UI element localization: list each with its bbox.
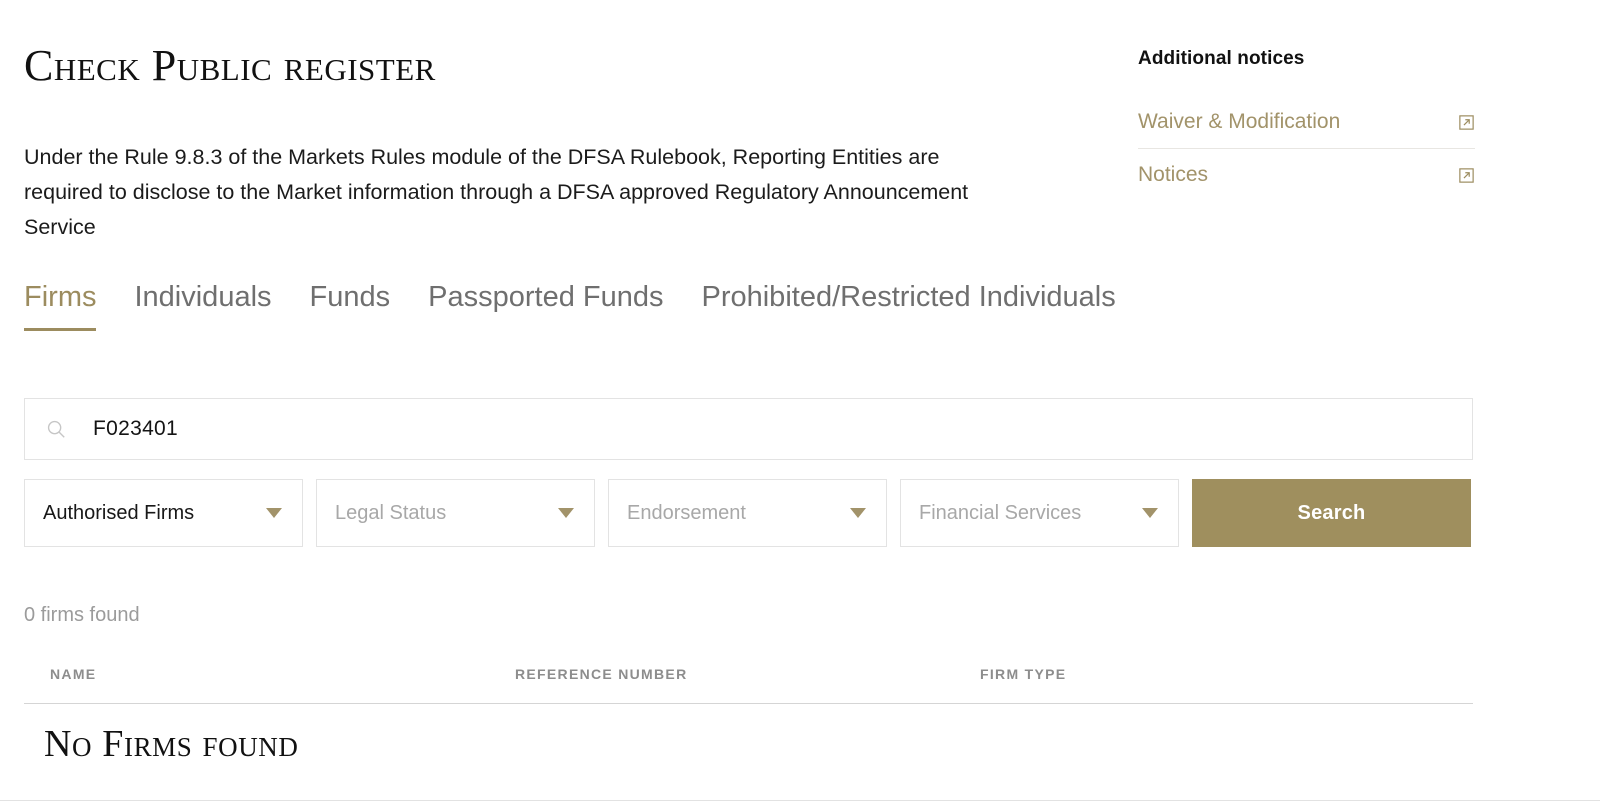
notice-link-label: Waiver & Modification [1138, 110, 1341, 133]
additional-notices-list: Waiver & Modification Notices [1138, 100, 1475, 201]
chevron-down-icon [1142, 508, 1158, 518]
notice-link-label: Notices [1138, 163, 1209, 186]
chevron-down-icon [266, 508, 282, 518]
results-count: 0 firms found [24, 604, 140, 626]
register-tabs: Firms Individuals Funds Passported Funds… [24, 280, 1116, 331]
chevron-down-icon [558, 508, 574, 518]
filter-row: Authorised Firms Legal Status Endorsemen… [24, 479, 1473, 547]
tab-funds[interactable]: Funds [310, 280, 391, 331]
financial-services-select-placeholder: Financial Services [919, 501, 1082, 524]
notice-link-notices[interactable]: Notices [1138, 148, 1475, 201]
tab-passported-funds[interactable]: Passported Funds [428, 280, 663, 331]
notice-link-waiver-modification[interactable]: Waiver & Modification [1138, 100, 1475, 148]
results-table-header: NAME REFERENCE NUMBER FIRM TYPE [24, 660, 1473, 704]
page-title: Check Public register [24, 41, 436, 90]
check-public-register-page: Check Public register Under the Rule 9.8… [0, 0, 1600, 804]
endorsement-select[interactable]: Endorsement [608, 479, 887, 547]
additional-notices-title: Additional notices [1138, 48, 1305, 69]
search-icon [45, 418, 67, 440]
intro-paragraph: Under the Rule 9.8.3 of the Markets Rule… [24, 145, 969, 239]
chevron-down-icon [850, 508, 866, 518]
endorsement-select-placeholder: Endorsement [627, 501, 746, 524]
column-header-reference-number: REFERENCE NUMBER [515, 666, 688, 682]
tab-individuals[interactable]: Individuals [134, 280, 271, 331]
empty-results-message: No Firms found [44, 723, 299, 765]
financial-services-select[interactable]: Financial Services [900, 479, 1179, 547]
search-input[interactable]: F023401 [24, 398, 1473, 460]
firm-category-select-value: Authorised Firms [43, 501, 195, 524]
firm-category-select[interactable]: Authorised Firms [24, 479, 303, 547]
legal-status-select-placeholder: Legal Status [335, 501, 447, 524]
legal-status-select[interactable]: Legal Status [316, 479, 595, 547]
tab-firms[interactable]: Firms [24, 280, 97, 331]
tab-prohibited-restricted-individuals[interactable]: Prohibited/Restricted Individuals [701, 280, 1115, 331]
external-link-icon [1458, 114, 1475, 131]
additional-notices-panel: Additional notices Waiver & Modification… [1138, 48, 1475, 201]
column-header-firm-type: FIRM TYPE [980, 666, 1067, 682]
column-header-name: NAME [50, 666, 97, 682]
search-button[interactable]: Search [1192, 479, 1471, 547]
search-input-value: F023401 [93, 417, 179, 440]
bottom-divider [0, 800, 1600, 801]
external-link-icon [1458, 167, 1475, 184]
